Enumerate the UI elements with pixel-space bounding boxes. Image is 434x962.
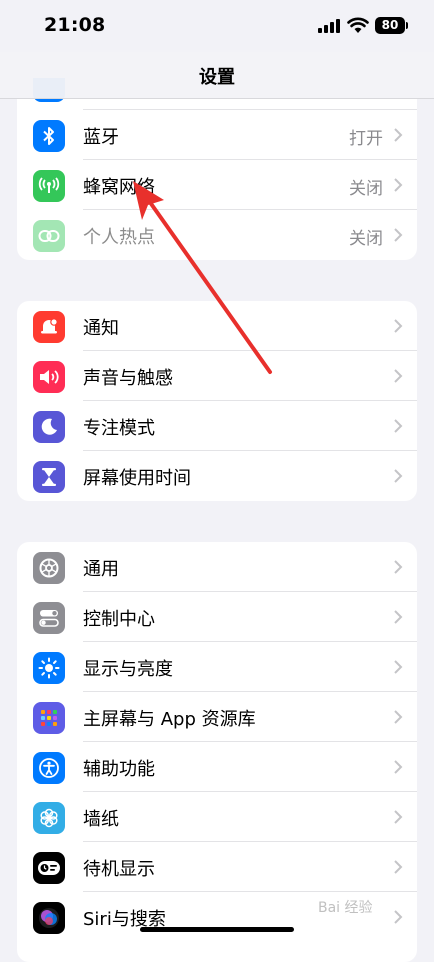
chevron-right-icon — [394, 128, 403, 142]
settings-row-notifications[interactable]: 通知 — [17, 301, 417, 351]
status-bar: 21:08 80 — [0, 0, 434, 52]
chevron-right-icon — [394, 319, 403, 333]
gear-icon — [33, 552, 65, 584]
settings-row-cellular[interactable]: 蜂窝网络 关闭 — [17, 160, 417, 210]
chevron-right-icon — [394, 810, 403, 824]
accessibility-icon — [33, 752, 65, 784]
chevron-right-icon — [394, 178, 403, 192]
chevron-right-icon — [394, 910, 403, 924]
toggles-icon — [33, 602, 65, 634]
wifi-icon — [347, 17, 369, 33]
home-grid-icon — [33, 702, 65, 734]
cellular-icon — [33, 170, 65, 202]
page-title: 设置 — [199, 67, 235, 88]
settings-row-accessibility[interactable]: 辅助功能 — [17, 742, 417, 792]
settings-row-hotspot[interactable]: 个人热点 关闭 — [17, 210, 417, 260]
settings-row-control-center[interactable]: 控制中心 — [17, 592, 417, 642]
row-label: 辅助功能 — [83, 759, 155, 780]
settings-group-connectivity: 蓝牙 打开 蜂窝网络 关闭 个人热点 关闭 — [17, 78, 417, 260]
watermark: Bai 经验 — [318, 900, 373, 916]
settings-row-screen-time[interactable]: 屏幕使用时间 — [17, 451, 417, 501]
row-label: 控制中心 — [83, 609, 155, 630]
standby-icon — [33, 852, 65, 884]
row-value: 关闭 — [349, 229, 383, 249]
settings-row-standby[interactable]: 待机显示 — [17, 842, 417, 892]
chevron-right-icon — [394, 610, 403, 624]
sun-icon — [33, 652, 65, 684]
wallpaper-flower-icon — [33, 802, 65, 834]
row-label: 墙纸 — [83, 809, 119, 830]
chevron-right-icon — [394, 760, 403, 774]
settings-row-general[interactable]: 通用 — [17, 542, 417, 592]
row-label: 通知 — [83, 318, 119, 339]
home-indicator — [140, 927, 294, 932]
row-label: 通用 — [83, 559, 119, 580]
settings-row-focus[interactable]: 专注模式 — [17, 401, 417, 451]
notifications-icon — [33, 311, 65, 343]
settings-group-notifications: 通知 声音与触感 专注模式 屏幕使用时间 — [17, 301, 417, 501]
siri-icon — [33, 902, 65, 934]
settings-row-wallpaper[interactable]: 墙纸 — [17, 792, 417, 842]
chevron-right-icon — [394, 710, 403, 724]
row-label: 待机显示 — [83, 859, 155, 880]
row-label: 蜂窝网络 — [83, 177, 155, 198]
chevron-right-icon — [394, 369, 403, 383]
bluetooth-icon — [33, 120, 65, 152]
hourglass-icon — [33, 461, 65, 493]
cellular-signal-icon — [318, 19, 340, 33]
row-value: 打开 — [349, 129, 383, 149]
row-label: 主屏幕与 App 资源库 — [83, 709, 256, 730]
settings-row-bluetooth[interactable]: 蓝牙 打开 — [17, 110, 417, 160]
chevron-right-icon — [394, 228, 403, 242]
battery-cap — [406, 22, 408, 29]
settings-row-sounds[interactable]: 声音与触感 — [17, 351, 417, 401]
chevron-right-icon — [394, 469, 403, 483]
chevron-right-icon — [394, 660, 403, 674]
hotspot-icon — [33, 220, 65, 252]
settings-row-home-screen[interactable]: 主屏幕与 App 资源库 — [17, 692, 417, 742]
moon-icon — [33, 411, 65, 443]
sounds-icon — [33, 361, 65, 393]
navigation-bar: 设置 — [0, 52, 434, 99]
row-label: 个人热点 — [83, 227, 155, 248]
status-time: 21:08 — [44, 14, 106, 36]
row-value: 关闭 — [349, 179, 383, 199]
row-label: 声音与触感 — [83, 368, 173, 389]
chevron-right-icon — [394, 860, 403, 874]
row-label: 屏幕使用时间 — [83, 468, 191, 489]
settings-row-display[interactable]: 显示与亮度 — [17, 642, 417, 692]
battery-icon: 80 — [375, 17, 405, 34]
row-label: 蓝牙 — [83, 127, 119, 148]
chevron-right-icon — [394, 560, 403, 574]
chevron-right-icon — [394, 419, 403, 433]
row-label: 专注模式 — [83, 418, 155, 439]
row-label: 显示与亮度 — [83, 659, 173, 680]
